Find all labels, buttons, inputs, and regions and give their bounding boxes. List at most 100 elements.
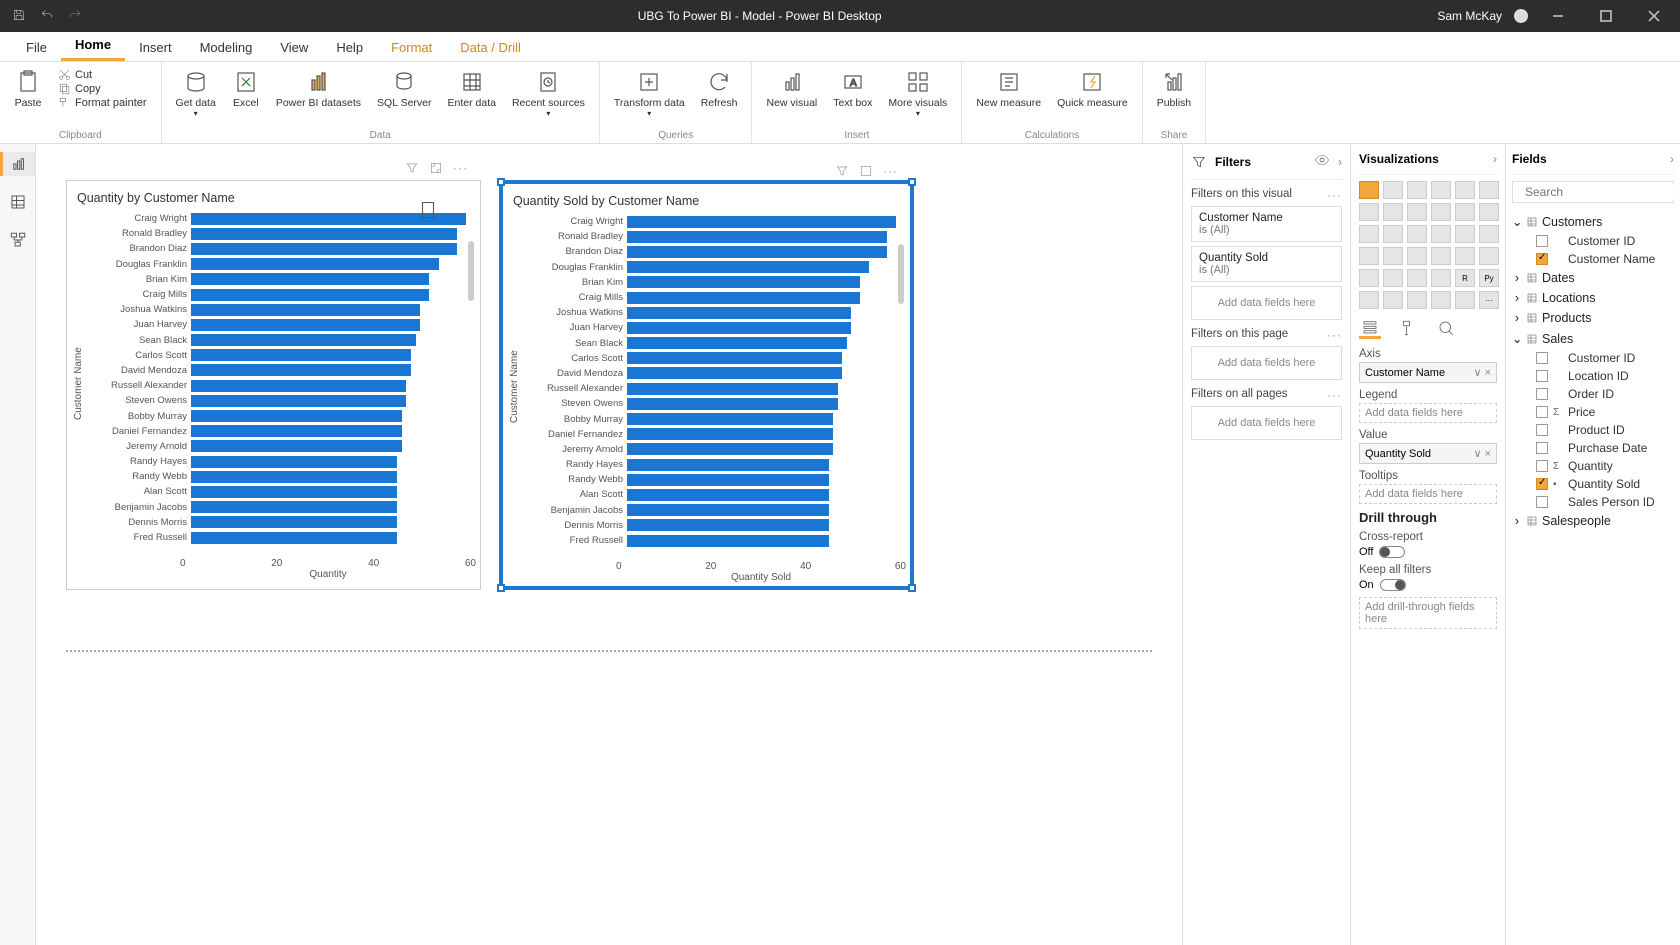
viz-type-tile[interactable]: [1383, 247, 1403, 265]
refresh-button[interactable]: Refresh: [695, 66, 744, 120]
more-options-icon[interactable]: ···: [883, 164, 898, 183]
viz-type-tile[interactable]: [1359, 269, 1379, 287]
bar-row[interactable]: Carlos Scott: [86, 348, 466, 363]
transform-data-button[interactable]: Transform data▾: [608, 66, 691, 120]
drill-through-field-well[interactable]: Add drill-through fields here: [1359, 597, 1497, 629]
viz-type-tile[interactable]: [1359, 225, 1379, 243]
scrollbar-thumb[interactable]: [468, 241, 474, 301]
filter-card-quantity-sold[interactable]: Quantity Sold is (All): [1191, 246, 1342, 282]
bar-row[interactable]: Ronald Bradley: [522, 229, 896, 244]
viz-type-tile[interactable]: [1455, 291, 1475, 309]
all-pages-filter-drop-well[interactable]: Add data fields here: [1191, 406, 1342, 440]
bar-row[interactable]: Brandon Diaz: [86, 241, 466, 256]
bar-row[interactable]: Randy Webb: [522, 472, 896, 487]
field-checkbox[interactable]: [1536, 406, 1548, 418]
table-entry-dates[interactable]: ›Dates: [1512, 268, 1674, 288]
field-entry[interactable]: Location ID: [1512, 367, 1674, 385]
viz-type-tile[interactable]: [1407, 291, 1427, 309]
focus-icon[interactable]: [859, 164, 873, 183]
bar-row[interactable]: Sean Black: [522, 336, 896, 351]
powerbi-datasets-button[interactable]: Power BI datasets: [270, 66, 367, 120]
search-input[interactable]: [1525, 185, 1680, 199]
tab-data-drill[interactable]: Data / Drill: [446, 34, 535, 61]
scrollbar-thumb[interactable]: [898, 244, 904, 304]
field-checkbox[interactable]: [1536, 352, 1548, 364]
paste-button[interactable]: Paste: [8, 66, 48, 111]
resize-handle[interactable]: [908, 584, 916, 592]
bar-row[interactable]: Dennis Morris: [86, 515, 466, 530]
copy-button[interactable]: Copy: [58, 82, 147, 95]
bar-row[interactable]: Brian Kim: [522, 275, 896, 290]
viz-type-tile[interactable]: [1383, 181, 1403, 199]
close-button[interactable]: [1636, 0, 1672, 32]
viz-type-tile[interactable]: [1431, 269, 1451, 287]
sql-server-button[interactable]: SQL Server: [371, 66, 437, 120]
field-checkbox[interactable]: [1536, 424, 1548, 436]
bar-row[interactable]: Ronald Bradley: [86, 226, 466, 241]
viz-type-tile[interactable]: [1407, 269, 1427, 287]
tab-format[interactable]: Format: [377, 34, 446, 61]
field-entry[interactable]: ΣQuantity: [1512, 457, 1674, 475]
table-entry-products[interactable]: ›Products: [1512, 308, 1674, 328]
viz-type-tile[interactable]: [1359, 181, 1379, 199]
viz-type-tile[interactable]: [1383, 225, 1403, 243]
bar-row[interactable]: Juan Harvey: [522, 320, 896, 335]
more-icon[interactable]: ···: [1327, 188, 1342, 202]
fields-tab-icon[interactable]: [1359, 317, 1381, 339]
visual-quantity-by-customer[interactable]: ··· Quantity by Customer Name Customer N…: [66, 180, 481, 590]
keep-filters-toggle[interactable]: [1380, 579, 1406, 591]
collapse-pane-icon[interactable]: ›: [1670, 152, 1674, 166]
resize-handle[interactable]: [908, 178, 916, 186]
bar-row[interactable]: Randy Hayes: [522, 457, 896, 472]
field-entry[interactable]: Order ID: [1512, 385, 1674, 403]
quick-measure-button[interactable]: Quick measure: [1051, 66, 1134, 111]
viz-type-tile[interactable]: [1383, 269, 1403, 287]
legend-field-well[interactable]: Add data fields here: [1359, 403, 1497, 423]
collapse-pane-icon[interactable]: ›: [1493, 152, 1497, 166]
bar-row[interactable]: Craig Wright: [86, 211, 466, 226]
bar-row[interactable]: Craig Wright: [522, 214, 896, 229]
field-entry[interactable]: ΣPrice: [1512, 403, 1674, 421]
filter-icon[interactable]: [405, 161, 419, 180]
undo-icon[interactable]: [40, 8, 54, 25]
viz-type-tile[interactable]: [1479, 203, 1499, 221]
viz-type-tile[interactable]: [1407, 225, 1427, 243]
bar-row[interactable]: David Mendoza: [522, 366, 896, 381]
field-checkbox[interactable]: [1536, 235, 1548, 247]
bar-row[interactable]: Randy Webb: [86, 469, 466, 484]
viz-type-tile[interactable]: [1455, 247, 1475, 265]
tab-help[interactable]: Help: [322, 34, 377, 61]
field-checkbox[interactable]: [1536, 370, 1548, 382]
cross-report-toggle[interactable]: [1379, 546, 1405, 558]
bar-row[interactable]: Fred Russell: [86, 530, 466, 545]
bar-row[interactable]: Benjamin Jacobs: [522, 503, 896, 518]
value-field-well[interactable]: Quantity Sold∨ ×: [1359, 443, 1497, 464]
text-box-button[interactable]: AText box: [827, 66, 878, 120]
viz-type-tile[interactable]: ···: [1479, 291, 1499, 309]
table-entry-customers[interactable]: ⌄Customers: [1512, 211, 1674, 232]
viz-type-tile[interactable]: [1407, 181, 1427, 199]
redo-icon[interactable]: [68, 8, 82, 25]
filter-card-customer-name[interactable]: Customer Name is (All): [1191, 206, 1342, 242]
viz-type-tile[interactable]: R: [1455, 269, 1475, 287]
viz-type-tile[interactable]: [1383, 203, 1403, 221]
viz-type-tile[interactable]: [1407, 247, 1427, 265]
minimize-button[interactable]: [1540, 0, 1576, 32]
more-icon[interactable]: ···: [1327, 388, 1342, 402]
bar-row[interactable]: Brian Kim: [86, 272, 466, 287]
analytics-tab-icon[interactable]: [1435, 317, 1457, 339]
viz-type-tile[interactable]: [1479, 247, 1499, 265]
more-icon[interactable]: ···: [1327, 328, 1342, 342]
maximize-button[interactable]: [1588, 0, 1624, 32]
bar-row[interactable]: Brandon Diaz: [522, 244, 896, 259]
bar-row[interactable]: Sean Black: [86, 333, 466, 348]
field-entry[interactable]: Customer Name: [1512, 250, 1674, 268]
data-view-icon[interactable]: [6, 190, 30, 214]
report-view-icon[interactable]: [0, 152, 35, 176]
viz-type-tile[interactable]: [1431, 203, 1451, 221]
bar-row[interactable]: Craig Mills: [522, 290, 896, 305]
field-checkbox[interactable]: [1536, 496, 1548, 508]
table-entry-locations[interactable]: ›Locations: [1512, 288, 1674, 308]
tab-file[interactable]: File: [12, 34, 61, 61]
bar-row[interactable]: Alan Scott: [86, 484, 466, 499]
